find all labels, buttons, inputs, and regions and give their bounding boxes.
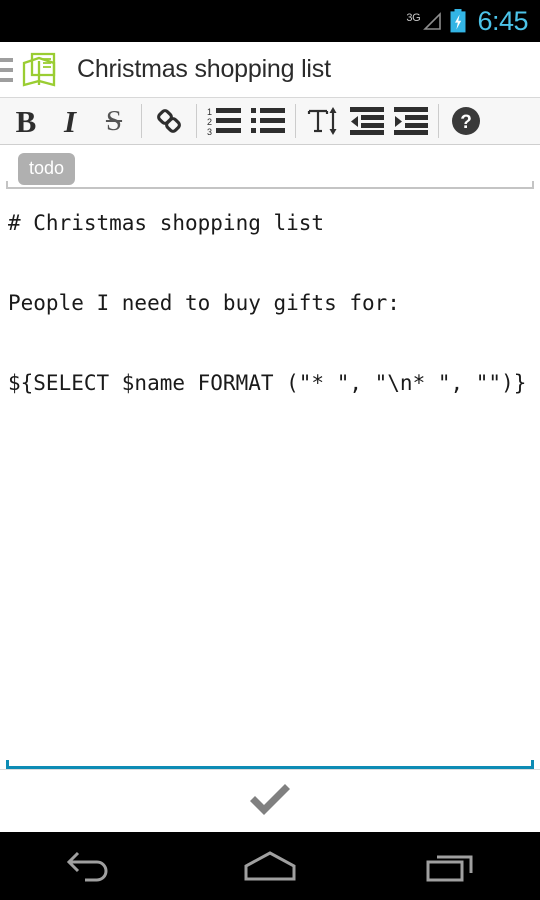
note-editor[interactable]: # Christmas shopping list People I need … [0, 189, 540, 769]
text-size-icon [307, 107, 337, 135]
bulleted-list-button[interactable] [246, 99, 290, 144]
status-bar: 3G 6:45 [0, 0, 540, 42]
bulleted-list-icon [251, 108, 285, 133]
help-button[interactable]: ? [444, 99, 488, 144]
italic-button[interactable]: I [48, 99, 92, 144]
action-bar: Christmas shopping list [0, 42, 540, 98]
checkmark-icon[interactable] [247, 781, 293, 821]
home-icon [244, 851, 296, 881]
toolbar-divider [141, 104, 142, 138]
network-type-label: 3G [406, 12, 421, 24]
numbered-list-icon: 1 2 3 [207, 107, 241, 136]
hamburger-bar [0, 67, 13, 72]
numbered-list-button[interactable]: 1 2 3 [202, 99, 246, 144]
help-circle-icon: ? [452, 107, 480, 135]
list-number-3: 3 [207, 127, 212, 136]
indent-button[interactable] [389, 99, 433, 144]
note-content[interactable]: # Christmas shopping list People I need … [8, 203, 532, 403]
svg-text:?: ? [460, 112, 472, 133]
hamburger-bar [0, 77, 13, 82]
notebook-logo-icon[interactable] [19, 49, 59, 91]
signal-triangle-icon [423, 12, 442, 30]
underline-cap-right [532, 181, 534, 189]
battery-charging-icon [450, 9, 466, 33]
toolbar-divider [196, 104, 197, 138]
strikethrough-button[interactable]: S [92, 99, 136, 144]
hamburger-menu-icon[interactable] [0, 57, 13, 82]
nav-recents-button[interactable] [390, 832, 510, 900]
outdent-button[interactable] [345, 99, 389, 144]
back-arrow-icon [66, 851, 108, 882]
android-navigation-bar [0, 832, 540, 900]
tags-input-field[interactable]: todo [0, 145, 540, 189]
indent-icon [394, 107, 428, 135]
nav-home-button[interactable] [210, 832, 330, 900]
toolbar-divider [295, 104, 296, 138]
list-number-1: 1 [207, 107, 212, 117]
page-title: Christmas shopping list [77, 55, 331, 83]
text-size-button[interactable] [301, 99, 345, 144]
recent-apps-icon [426, 855, 473, 882]
focus-cap-right [531, 760, 534, 769]
confirm-bar [0, 769, 540, 832]
bold-button[interactable]: B [4, 99, 48, 144]
nav-back-button[interactable] [30, 832, 150, 900]
italic-icon: I [63, 103, 77, 139]
bold-icon: B [15, 103, 37, 139]
outdent-icon [350, 107, 384, 135]
status-bar-clock: 6:45 [477, 5, 528, 36]
hamburger-bar [0, 57, 13, 62]
format-toolbar: B I S 1 2 3 ? [0, 98, 540, 145]
focus-line [6, 766, 534, 769]
android-screen: 3G 6:45 Christmas shopping list B I S 1 … [0, 0, 540, 900]
toolbar-divider [438, 104, 439, 138]
note-editor-focus-underline [6, 760, 534, 769]
link-button[interactable] [147, 99, 191, 144]
strikethrough-icon: S [105, 104, 123, 137]
network-indicator: 3G [406, 10, 443, 32]
list-number-2: 2 [207, 117, 212, 127]
link-chain-icon [157, 109, 181, 133]
tags-field-underline [6, 181, 534, 189]
